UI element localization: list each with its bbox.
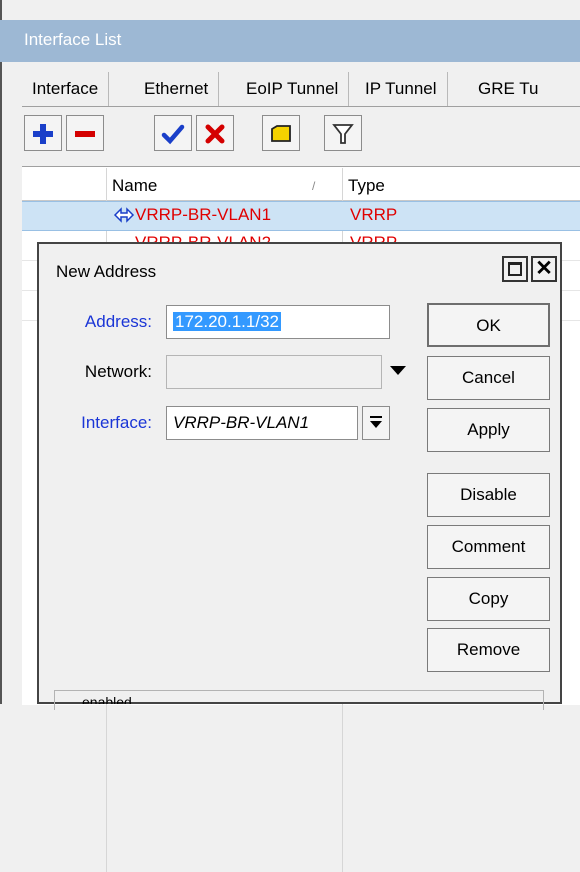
enable-button[interactable] [154,115,192,151]
vrrp-arrows-icon [113,205,135,230]
address-input[interactable]: 172.20.1.1/32 [166,305,390,339]
network-label: Network: [84,362,152,381]
tab-ip-tunnel[interactable]: IP Tunnel [355,72,448,106]
copy-button[interactable]: Copy [427,577,550,621]
interface-dropdown-button[interactable] [362,406,390,440]
apply-button[interactable]: Apply [427,408,550,452]
plus-icon [33,124,53,144]
address-label: Address: [84,312,152,331]
interface-list-title: Interface List [24,30,122,49]
network-input[interactable] [166,355,382,389]
disable-button[interactable]: Disable [427,473,550,517]
filter-icon [332,124,354,144]
close-button[interactable]: ✕ [531,256,557,282]
row-name: VRRP-BR-VLAN2 [135,229,271,242]
column-header-name[interactable]: Name [112,172,157,200]
tabs-divider [22,106,580,107]
ok-button[interactable]: OK [427,303,550,347]
checkmark-icon [161,124,185,145]
interface-select[interactable]: VRRP-BR-VLAN1 [166,406,358,440]
comment-button[interactable] [262,115,300,151]
dialog-title: New Address [56,262,157,281]
table-row-selected[interactable] [22,201,580,231]
cross-icon [205,124,225,144]
maximize-button[interactable] [502,256,528,282]
remove-button[interactable]: Remove [427,628,550,672]
row-type: VRRP [350,205,398,224]
tab-interface[interactable]: Interface [22,72,110,106]
tab-gre-tunnel[interactable]: GRE Tu [468,72,548,106]
triangle-down-icon [390,366,406,375]
comment-button[interactable]: Comment [427,525,550,569]
network-dropdown[interactable] [388,363,408,383]
address-value: 172.20.1.1/32 [173,312,281,331]
dropdown-arrow-icon [370,416,382,428]
minus-icon [75,131,95,137]
note-icon [271,125,291,142]
row-type: VRRP [350,229,397,242]
sort-indicator: / [312,179,316,193]
interface-label: Interface: [81,413,152,432]
filter-button[interactable] [324,115,362,151]
column-header-type[interactable]: Type [348,172,385,200]
row-name: VRRP-BR-VLAN1 [135,205,272,224]
add-button[interactable] [24,115,62,151]
status-label: enabled [82,694,132,704]
remove-button[interactable] [66,115,104,151]
close-icon: ✕ [535,257,553,280]
cancel-button[interactable]: Cancel [427,356,550,400]
tab-eoip-tunnel[interactable]: EoIP Tunnel [236,72,350,106]
disable-button[interactable] [196,115,234,151]
tab-ethernet[interactable]: Ethernet [134,72,220,106]
